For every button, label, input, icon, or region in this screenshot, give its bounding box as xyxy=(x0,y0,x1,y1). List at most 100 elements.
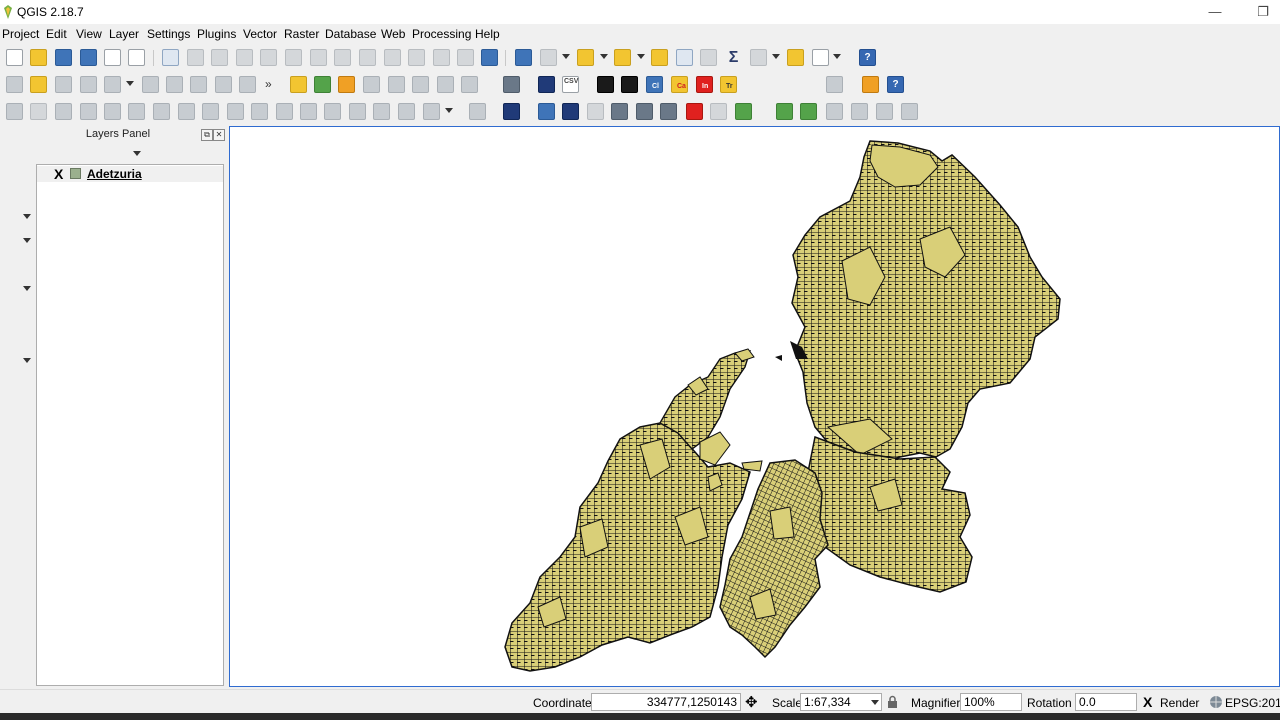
refresh-icon[interactable] xyxy=(481,49,498,66)
magnifier-spinbox[interactable]: 100% xyxy=(960,693,1022,711)
node-tool-icon[interactable] xyxy=(104,76,121,93)
remove-layer-icon[interactable] xyxy=(186,148,197,159)
merge-attributes-icon[interactable] xyxy=(398,103,415,120)
plugin-in-icon[interactable]: In xyxy=(696,76,713,93)
map-canvas[interactable] xyxy=(229,126,1280,687)
current-edits-icon[interactable] xyxy=(6,76,23,93)
add-wfs-layer-icon[interactable] xyxy=(1,280,20,297)
rotate-symbols-icon[interactable] xyxy=(423,103,440,120)
menu-database[interactable]: Database xyxy=(325,27,376,41)
layer-styling-icon[interactable] xyxy=(41,148,52,159)
zoom-out-icon[interactable] xyxy=(260,49,277,66)
chevron-down-icon[interactable] xyxy=(133,151,141,156)
snapping-icon[interactable] xyxy=(469,103,486,120)
rotation-spinbox[interactable]: 0.0 xyxy=(1075,693,1137,711)
rotate-feature-icon[interactable] xyxy=(104,103,121,120)
move-feature-icon[interactable] xyxy=(142,76,159,93)
collapse-all-icon[interactable] xyxy=(167,148,178,159)
qgis-cloud-icon[interactable] xyxy=(686,103,703,120)
add-virtual-layer-icon[interactable] xyxy=(1,304,20,321)
diagram-options-icon[interactable] xyxy=(314,76,331,93)
redo-icon[interactable] xyxy=(80,103,97,120)
split-parts-icon[interactable] xyxy=(349,103,366,120)
plugin-tr-icon[interactable]: Tr xyxy=(720,76,737,93)
add-feature-icon[interactable] xyxy=(80,76,97,93)
offset-curve-icon[interactable] xyxy=(300,103,317,120)
more-tools-icon[interactable]: » xyxy=(265,77,272,91)
filter-legend-icon[interactable] xyxy=(97,148,108,159)
menu-plugins[interactable]: Plugins xyxy=(197,27,236,41)
select-by-value-icon[interactable] xyxy=(614,49,631,66)
fill-ring-icon[interactable] xyxy=(202,103,219,120)
plugin-pattern-icon[interactable] xyxy=(621,76,638,93)
node-edit-icon[interactable] xyxy=(166,76,183,93)
rotate-label-icon[interactable] xyxy=(437,76,454,93)
show-hide-labels-icon[interactable] xyxy=(388,76,405,93)
layer-item-adetzuria[interactable]: X Adetzuria xyxy=(37,166,223,182)
measure-line-icon[interactable] xyxy=(750,49,767,66)
change-label-icon[interactable] xyxy=(461,76,478,93)
python-console-icon[interactable] xyxy=(538,103,555,120)
move-label-icon[interactable] xyxy=(412,76,429,93)
save-project-icon[interactable] xyxy=(55,49,72,66)
openlayers-plugin-icon[interactable] xyxy=(735,103,752,120)
home-icon[interactable] xyxy=(800,103,817,120)
plugin-wrench-icon[interactable] xyxy=(862,76,879,93)
add-group-icon[interactable] xyxy=(60,148,71,159)
identify-features-icon[interactable] xyxy=(515,49,532,66)
new-gpx-layer-icon[interactable] xyxy=(1,432,20,449)
zoom-to-layer-icon[interactable] xyxy=(359,49,376,66)
touch-zoom-icon[interactable] xyxy=(162,49,179,66)
add-wcs-layer-icon[interactable] xyxy=(1,256,20,273)
statistical-summary-icon[interactable]: Σ xyxy=(725,49,742,66)
disabled-tool-icon[interactable] xyxy=(851,103,868,120)
reshape-features-icon[interactable] xyxy=(276,103,293,120)
chevron-down-icon[interactable] xyxy=(772,54,780,59)
field-calculator-icon[interactable] xyxy=(700,49,717,66)
add-spatialite-layer-icon[interactable] xyxy=(1,208,20,225)
save-edits-icon[interactable] xyxy=(55,76,72,93)
delete-ring-icon[interactable] xyxy=(227,103,244,120)
grass-mapset-icon[interactable] xyxy=(562,103,579,120)
crs-globe-icon[interactable] xyxy=(1209,695,1223,709)
copy-features-icon[interactable] xyxy=(239,76,256,93)
cut-features-icon[interactable] xyxy=(215,76,232,93)
add-mssql-layer-icon[interactable] xyxy=(1,328,20,345)
new-project-icon[interactable] xyxy=(6,49,23,66)
scale-combobox[interactable]: 1:67,334 xyxy=(800,693,882,711)
menu-project[interactable]: Project xyxy=(2,27,39,41)
db-manager-icon[interactable] xyxy=(503,76,520,93)
undo-icon[interactable] xyxy=(55,103,72,120)
disabled-tool-icon[interactable] xyxy=(826,76,843,93)
delete-selected-icon[interactable] xyxy=(190,76,207,93)
identify-raster-icon[interactable] xyxy=(710,103,727,120)
chevron-down-icon[interactable] xyxy=(23,238,31,243)
manage-visibility-icon[interactable] xyxy=(79,148,90,159)
zoom-to-selection-icon[interactable] xyxy=(334,49,351,66)
composer-manager-icon[interactable] xyxy=(128,49,145,66)
help-icon[interactable]: ? xyxy=(859,49,876,66)
processing-modeler-icon[interactable] xyxy=(611,103,628,120)
new-print-composer-icon[interactable] xyxy=(104,49,121,66)
add-csv-icon[interactable]: CSV xyxy=(562,76,579,93)
zoom-next-icon[interactable] xyxy=(408,49,425,66)
menu-settings[interactable]: Settings xyxy=(147,27,190,41)
menu-layer[interactable]: Layer xyxy=(109,27,139,41)
chevron-down-icon[interactable] xyxy=(637,54,645,59)
plugin-grid-icon[interactable] xyxy=(597,76,614,93)
render-checkbox[interactable]: X xyxy=(1143,694,1152,710)
map-tips-icon[interactable] xyxy=(787,49,804,66)
zoom-in-icon[interactable] xyxy=(236,49,253,66)
zoom-full-icon[interactable] xyxy=(310,49,327,66)
chevron-down-icon[interactable] xyxy=(126,81,134,86)
text-annotation-icon[interactable] xyxy=(812,49,829,66)
menu-vector[interactable]: Vector xyxy=(243,27,277,41)
chevron-down-icon[interactable] xyxy=(23,358,31,363)
restore-button[interactable]: ❐ xyxy=(1246,2,1280,22)
menu-raster[interactable]: Raster xyxy=(284,27,319,41)
add-oracle-layer-icon[interactable] xyxy=(1,376,20,393)
chevron-down-icon[interactable] xyxy=(871,700,879,705)
advanced-edit-icon[interactable] xyxy=(6,103,23,120)
select-features-icon[interactable] xyxy=(577,49,594,66)
disabled-tool-icon[interactable] xyxy=(826,103,843,120)
